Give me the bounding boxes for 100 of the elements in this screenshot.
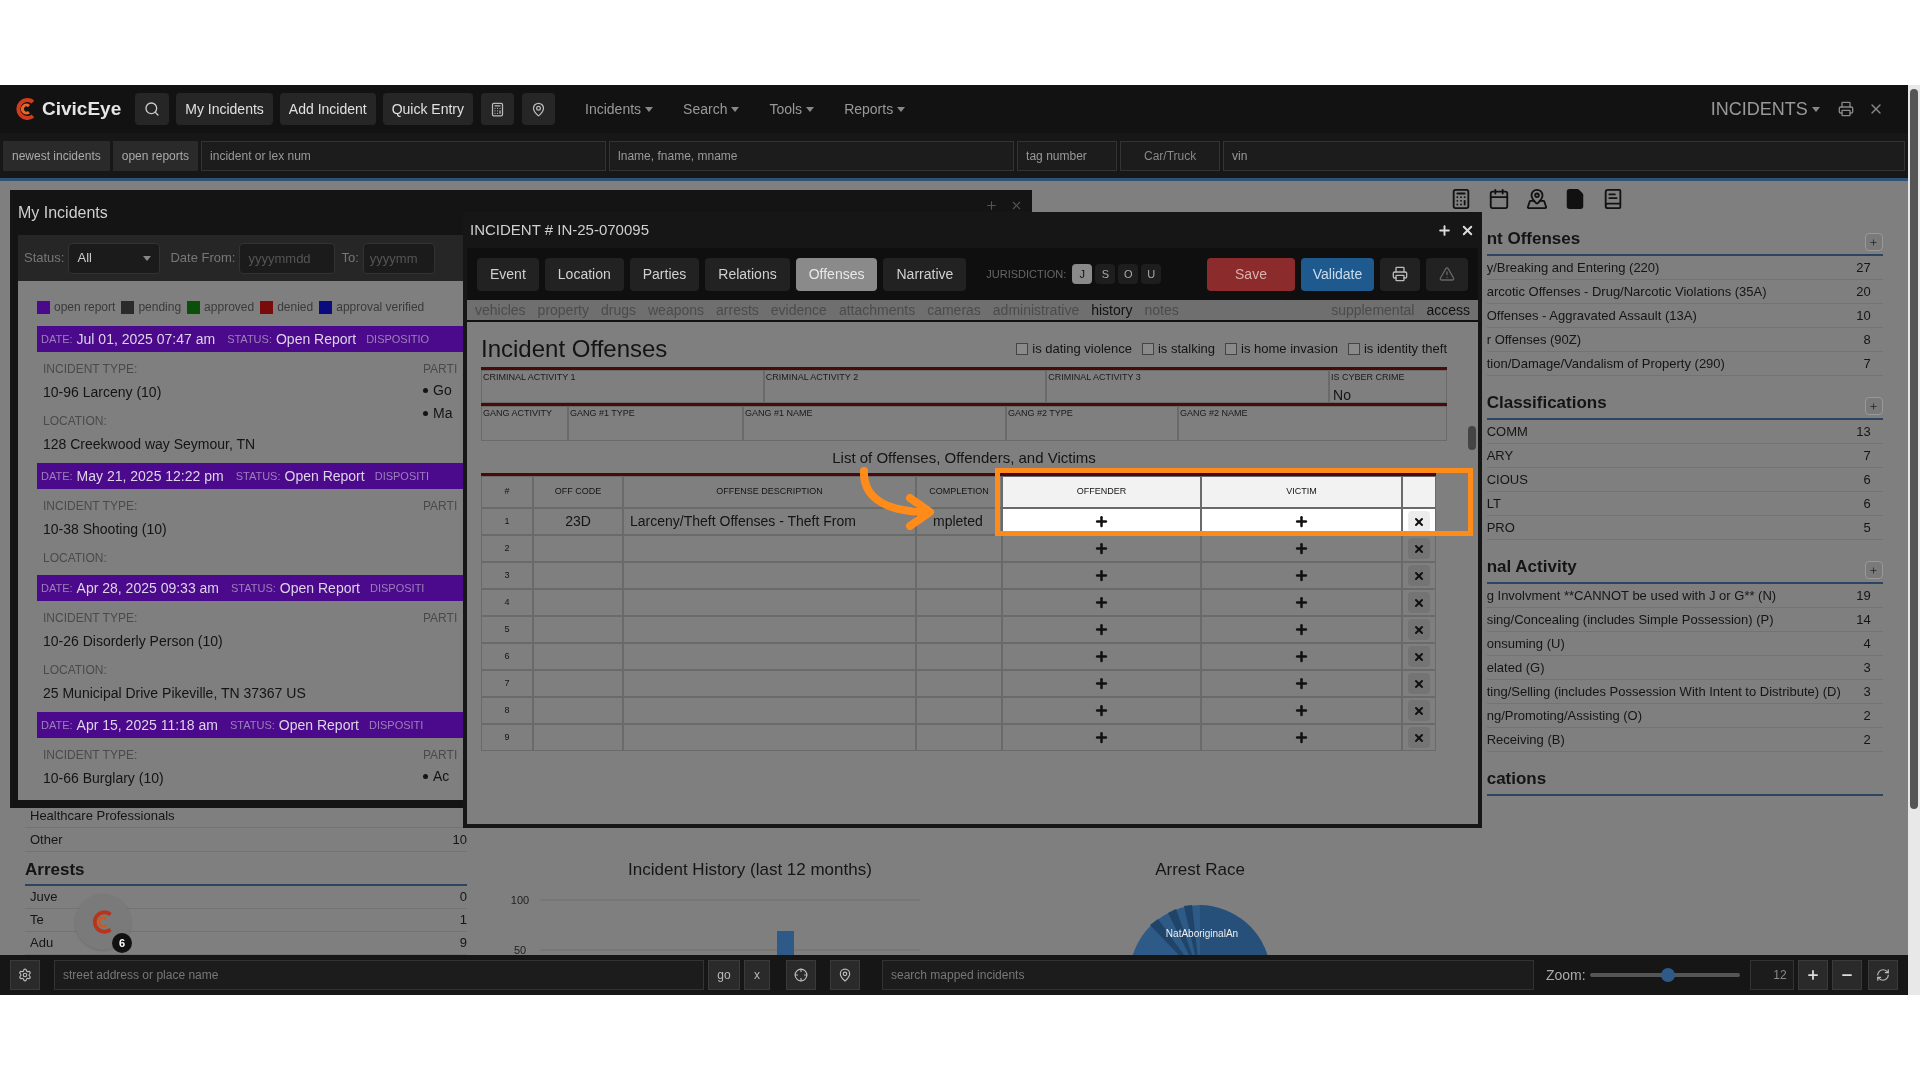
incident-header-bar[interactable]: DATE: May 21, 2025 12:22 pm STATUS: Open Report DISPOSITI: [37, 463, 463, 489]
status-select[interactable]: All: [68, 242, 161, 274]
party-name[interactable]: Ac: [433, 766, 450, 787]
checkbox[interactable]: [1225, 343, 1238, 355]
checkbox[interactable]: [1347, 343, 1360, 355]
nav-button[interactable]: Add Incident: [279, 93, 376, 125]
plus-icon: [1294, 514, 1309, 529]
go-button[interactable]: go: [708, 960, 740, 990]
locate-button[interactable]: [786, 960, 816, 990]
quick-search-field[interactable]: vin: [1223, 140, 1905, 171]
plus-icon: [1869, 401, 1879, 411]
expand-button[interactable]: [1864, 233, 1883, 251]
quick-search-field[interactable]: incident or lex num: [201, 140, 607, 171]
jurisdiction-button[interactable]: O: [1118, 264, 1139, 284]
stat-label: tion/Damage/Vandalism of Property (290): [1486, 354, 1725, 373]
jurisdiction-button[interactable]: S: [1095, 264, 1116, 284]
subtab-link[interactable]: access: [1426, 299, 1470, 321]
plus-icon: [1294, 541, 1309, 556]
search-button[interactable]: [135, 93, 170, 125]
plus-icon[interactable]: [1437, 222, 1452, 238]
incident-header-bar[interactable]: DATE: Jul 01, 2025 07:47 am STATUS: Open Report DISPOSITIO: [37, 326, 463, 352]
tab[interactable]: Relations: [705, 257, 790, 291]
zoom-field[interactable]: 12: [1749, 960, 1794, 990]
checkbox-label: is dating violence: [1032, 340, 1132, 359]
delete-button[interactable]: [1408, 511, 1430, 532]
form-field[interactable]: CRIMINAL ACTIVITY 1: [481, 370, 764, 403]
settings-button[interactable]: [10, 960, 40, 990]
nav-menu[interactable]: Search: [683, 98, 740, 120]
expand-button[interactable]: [1864, 561, 1883, 579]
clear-button[interactable]: x: [744, 960, 770, 990]
nav-button[interactable]: Quick Entry: [382, 93, 474, 125]
calculator-button[interactable]: [481, 93, 515, 125]
incident-status: Open Report: [284, 466, 365, 486]
quick-search-field[interactable]: lname, fname, mname: [609, 140, 1015, 171]
map-pin-button[interactable]: [830, 960, 860, 990]
form-field[interactable]: CRIMINAL ACTIVITY 2: [763, 370, 1047, 403]
expand-button[interactable]: [1864, 397, 1883, 415]
zoom-in-button[interactable]: [1797, 960, 1828, 990]
save-button[interactable]: Save: [1207, 257, 1295, 291]
nav-button[interactable]: My Incidents: [176, 93, 273, 125]
zoom-out-button[interactable]: [1831, 960, 1862, 990]
form-field[interactable]: GANG ACTIVITY: [481, 406, 568, 441]
tab[interactable]: Location: [544, 257, 624, 291]
tab[interactable]: Offenses: [795, 257, 878, 291]
date-label: DATE:: [41, 468, 73, 484]
quick-search-field[interactable]: tag number: [1017, 140, 1118, 171]
form-field[interactable]: GANG #1 NAME: [743, 406, 1006, 441]
refresh-button[interactable]: [1867, 960, 1898, 990]
stat-label: Te: [30, 911, 44, 930]
form-field[interactable]: GANG #2 NAME: [1178, 406, 1447, 441]
checkbox[interactable]: [1142, 343, 1154, 355]
quick-search-button[interactable]: newest incidents: [3, 140, 110, 171]
print-icon[interactable]: [1837, 101, 1854, 117]
print-button[interactable]: [1380, 257, 1420, 291]
address-field[interactable]: street address or place name: [54, 960, 704, 990]
stat-count: 14: [1856, 610, 1871, 629]
field-label: IS CYBER CRIME: [1331, 371, 1406, 384]
column-header: OFFENDER: [1002, 476, 1201, 508]
zoom-slider[interactable]: [1589, 967, 1740, 983]
vehicle-type-select[interactable]: Car/Truck: [1120, 140, 1221, 171]
caret-icon: [143, 255, 152, 261]
form-field[interactable]: IS CYBER CRIME No: [1329, 370, 1447, 403]
window-title: My Incidents: [18, 202, 108, 223]
quick-search-button[interactable]: open reports: [112, 140, 199, 171]
jurisdiction-button[interactable]: J: [1072, 264, 1093, 284]
jurisdiction-button[interactable]: U: [1141, 264, 1162, 284]
slider-thumb[interactable]: [1660, 968, 1675, 982]
date-to-field[interactable]: yyyymm: [362, 242, 435, 274]
party-name[interactable]: Go: [433, 380, 452, 401]
incident-location: 25 Municipal Drive Pikeville, TN 37367 US: [43, 684, 307, 703]
tab[interactable]: Parties: [629, 257, 700, 291]
stat-count: 2: [1863, 706, 1871, 725]
map-icon[interactable]: [1525, 188, 1548, 210]
nav-menu[interactable]: Tools: [769, 98, 815, 120]
stat-label: ting/Selling (includes Possession With Intent to Distribute) (D): [1486, 682, 1841, 701]
column-header: VICTIM: [1201, 476, 1402, 508]
nav-menu[interactable]: Incidents: [585, 98, 654, 120]
form-field[interactable]: GANG #2 TYPE: [1006, 406, 1178, 441]
warning-button[interactable]: [1426, 257, 1468, 291]
incident-header-bar[interactable]: DATE: Apr 28, 2025 09:33 am STATUS: Open Report DISPOSITI: [37, 575, 463, 601]
filter-label: Status:: [24, 249, 65, 268]
module-menu[interactable]: INCIDENTS: [1710, 95, 1820, 123]
tab[interactable]: Narrative: [883, 257, 967, 291]
tab[interactable]: Event: [477, 257, 539, 291]
form-field[interactable]: CRIMINAL ACTIVITY 3: [1046, 370, 1329, 403]
map-pin-button[interactable]: [522, 93, 556, 125]
validate-button[interactable]: Validate: [1301, 257, 1374, 291]
plus-icon: [1294, 730, 1309, 745]
nav-menu[interactable]: Reports: [844, 98, 906, 120]
date-from-field[interactable]: yyyymmdd: [239, 242, 336, 274]
status-label: STATUS:: [230, 717, 275, 733]
subtab-link[interactable]: history: [1091, 299, 1133, 321]
stat-label: Receiving (B): [1486, 730, 1565, 749]
party-name[interactable]: Ma: [433, 403, 453, 424]
incident-header-bar[interactable]: DATE: Apr 15, 2025 11:18 am STATUS: Open Report DISPOSITI: [37, 712, 463, 738]
checkbox[interactable]: [1016, 343, 1029, 355]
calendar-icon[interactable]: [1487, 188, 1510, 210]
stat-label: sing/Concealing (includes Simple Possession) (P): [1486, 610, 1774, 629]
map-search-field[interactable]: search mapped incidents: [882, 960, 1534, 990]
form-field[interactable]: GANG #1 TYPE: [568, 406, 743, 441]
